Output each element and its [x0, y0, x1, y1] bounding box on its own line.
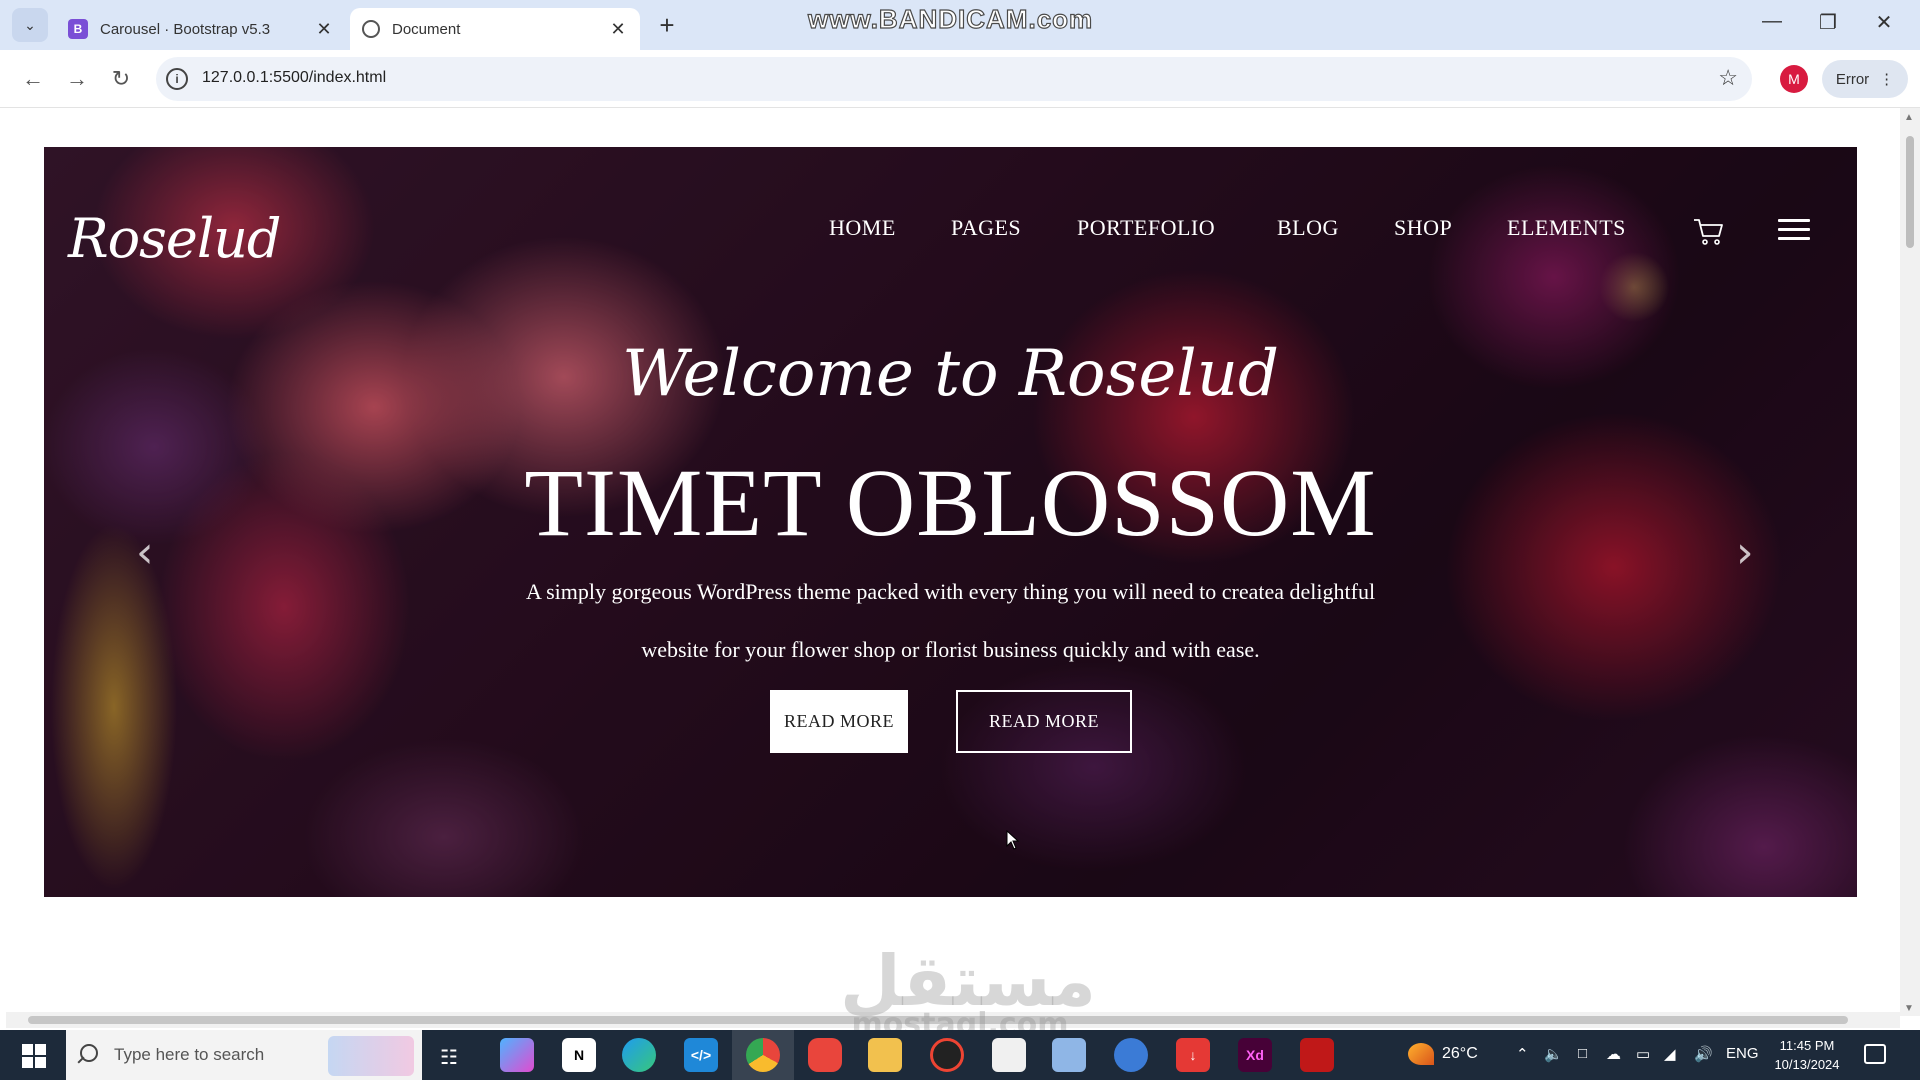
site-info-icon[interactable]: i — [166, 68, 188, 90]
bookmark-star-icon[interactable]: ☆ — [1718, 65, 1738, 91]
site-logo[interactable]: Roselud — [68, 207, 281, 270]
tab-document[interactable]: Document ✕ — [350, 8, 640, 50]
read-more-button[interactable]: READ MORE — [770, 690, 908, 753]
profile-avatar[interactable]: M — [1780, 65, 1808, 93]
taskbar-search-box[interactable]: Type here to search — [66, 1030, 422, 1080]
hero-subtitle-line-1: A simply gorgeous WordPress theme packed… — [525, 579, 1376, 604]
reload-icon[interactable]: ↻ — [104, 62, 138, 96]
search-icon — [80, 1044, 98, 1062]
clock-time: 11:45 PM — [1779, 1038, 1835, 1053]
search-highlight-illustration — [328, 1036, 414, 1076]
scrollbar-thumb[interactable] — [1906, 136, 1914, 248]
wifi-icon[interactable]: ◢ — [1664, 1045, 1676, 1063]
close-tab-icon[interactable]: ✕ — [314, 19, 334, 40]
show-hidden-icons-icon[interactable]: ⌃ — [1516, 1045, 1529, 1063]
notification-center-icon[interactable] — [1864, 1044, 1886, 1064]
hero-welcome: Welcome to Roselud — [622, 337, 1279, 411]
new-tab-button[interactable]: + — [652, 10, 682, 41]
tab-carousel-bootstrap[interactable]: B Carousel · Bootstrap v5.3 ✕ — [56, 8, 346, 50]
media-app-icon[interactable] — [1114, 1038, 1148, 1072]
download-app-icon[interactable]: ↓ — [1176, 1038, 1210, 1072]
browser-tab-bar: ⌄ B Carousel · Bootstrap v5.3 ✕ Document… — [0, 0, 1920, 50]
nav-shop[interactable]: SHOP — [1394, 215, 1452, 241]
speaker-icon[interactable]: 🔈 — [1544, 1045, 1563, 1063]
close-window-button[interactable]: ✕ — [1864, 10, 1904, 35]
nav-elements[interactable]: ELEMENTS — [1507, 215, 1626, 241]
notepad-icon[interactable] — [1052, 1038, 1086, 1072]
scroll-up-icon[interactable]: ▲ — [1904, 112, 1914, 123]
mouse-cursor-icon — [1006, 830, 1020, 850]
error-menu-button[interactable]: Error ⋮ — [1822, 60, 1908, 98]
weather-temp: 26°C — [1442, 1045, 1478, 1062]
onedrive-icon[interactable]: ☁ — [1606, 1045, 1621, 1063]
mostaql-watermark: مستقل mostaql.com — [840, 940, 1097, 1040]
carousel-prev-icon[interactable]: ‹ — [136, 527, 154, 578]
task-view-icon[interactable]: ☷ — [440, 1045, 458, 1070]
microsoft-store-icon[interactable] — [992, 1038, 1026, 1072]
device-icon[interactable]: □ — [1578, 1045, 1587, 1062]
file-explorer-icon[interactable] — [868, 1038, 902, 1072]
browser-toolbar: ← → ↻ i 127.0.0.1:5500/index.html ☆ M Er… — [0, 50, 1920, 108]
windows-taskbar: Type here to search ☷ N </> ↓ Xd 26°C ⌃ … — [0, 1030, 1920, 1080]
scroll-down-icon[interactable]: ▼ — [1904, 1003, 1914, 1014]
tab-title: Document — [392, 20, 461, 38]
system-clock[interactable]: 11:45 PM 10/13/2024 — [1762, 1036, 1852, 1074]
url-text[interactable]: 127.0.0.1:5500/index.html — [202, 69, 386, 87]
globe-icon — [362, 20, 380, 38]
tab-title: Carousel · Bootstrap v5.3 — [100, 20, 271, 38]
battery-icon[interactable]: ▭ — [1636, 1045, 1650, 1063]
nav-portfolio[interactable]: PORTEFOLIO — [1077, 215, 1215, 241]
copilot-icon[interactable] — [500, 1038, 534, 1072]
nav-pages[interactable]: PAGES — [951, 215, 1021, 241]
weather-icon — [1408, 1043, 1434, 1065]
error-label: Error — [1835, 70, 1870, 88]
hero-carousel: Roselud HOME PAGES PORTEFOLIO BLOG SHOP … — [44, 147, 1857, 897]
chrome-icon[interactable] — [746, 1038, 780, 1072]
bootstrap-icon: B — [68, 19, 88, 39]
windows-start-icon[interactable] — [22, 1044, 46, 1068]
tab-search-dropdown-icon[interactable]: ⌄ — [12, 8, 48, 42]
screenshot-app-icon[interactable] — [808, 1038, 842, 1072]
vertical-scrollbar[interactable]: ▲ ▼ — [1900, 108, 1920, 1016]
language-indicator[interactable]: ENG — [1726, 1045, 1759, 1062]
address-bar[interactable]: i 127.0.0.1:5500/index.html ☆ — [156, 57, 1752, 101]
adobe-xd-icon[interactable]: Xd — [1238, 1038, 1272, 1072]
notion-icon[interactable]: N — [562, 1038, 596, 1072]
minimize-window-button[interactable]: — — [1752, 10, 1792, 33]
volume-icon[interactable]: 🔊 — [1694, 1045, 1713, 1063]
restore-window-button[interactable]: ❐ — [1808, 10, 1848, 35]
read-more-outline-button[interactable]: READ MORE — [956, 690, 1132, 753]
edge-icon[interactable] — [622, 1038, 656, 1072]
close-tab-icon[interactable]: ✕ — [608, 19, 628, 40]
forward-arrow-icon[interactable]: → — [60, 62, 94, 96]
nav-blog[interactable]: BLOG — [1277, 215, 1339, 241]
bandicam-watermark: www.BANDICAM.com — [807, 3, 1094, 34]
search-placeholder: Type here to search — [114, 1045, 265, 1064]
more-options-icon: ⋮ — [1879, 71, 1895, 88]
back-arrow-icon[interactable]: ← — [16, 62, 50, 96]
weather-widget[interactable]: 26°C — [1408, 1043, 1478, 1065]
vscode-icon[interactable]: </> — [684, 1038, 718, 1072]
clock-date: 10/13/2024 — [1774, 1057, 1840, 1072]
carousel-next-icon[interactable]: › — [1736, 527, 1754, 578]
record-app-icon[interactable] — [930, 1038, 964, 1072]
watermark-arabic: مستقل — [840, 940, 1097, 1022]
cart-icon[interactable] — [1692, 217, 1726, 247]
mcafee-icon[interactable] — [1300, 1038, 1334, 1072]
hero-subtitle-line-2: website for your flower shop or florist … — [641, 637, 1260, 662]
hero-headline: TIMET OBLOSSOM — [524, 449, 1377, 556]
hamburger-menu-icon[interactable] — [1778, 219, 1810, 243]
nav-home[interactable]: HOME — [829, 215, 896, 241]
